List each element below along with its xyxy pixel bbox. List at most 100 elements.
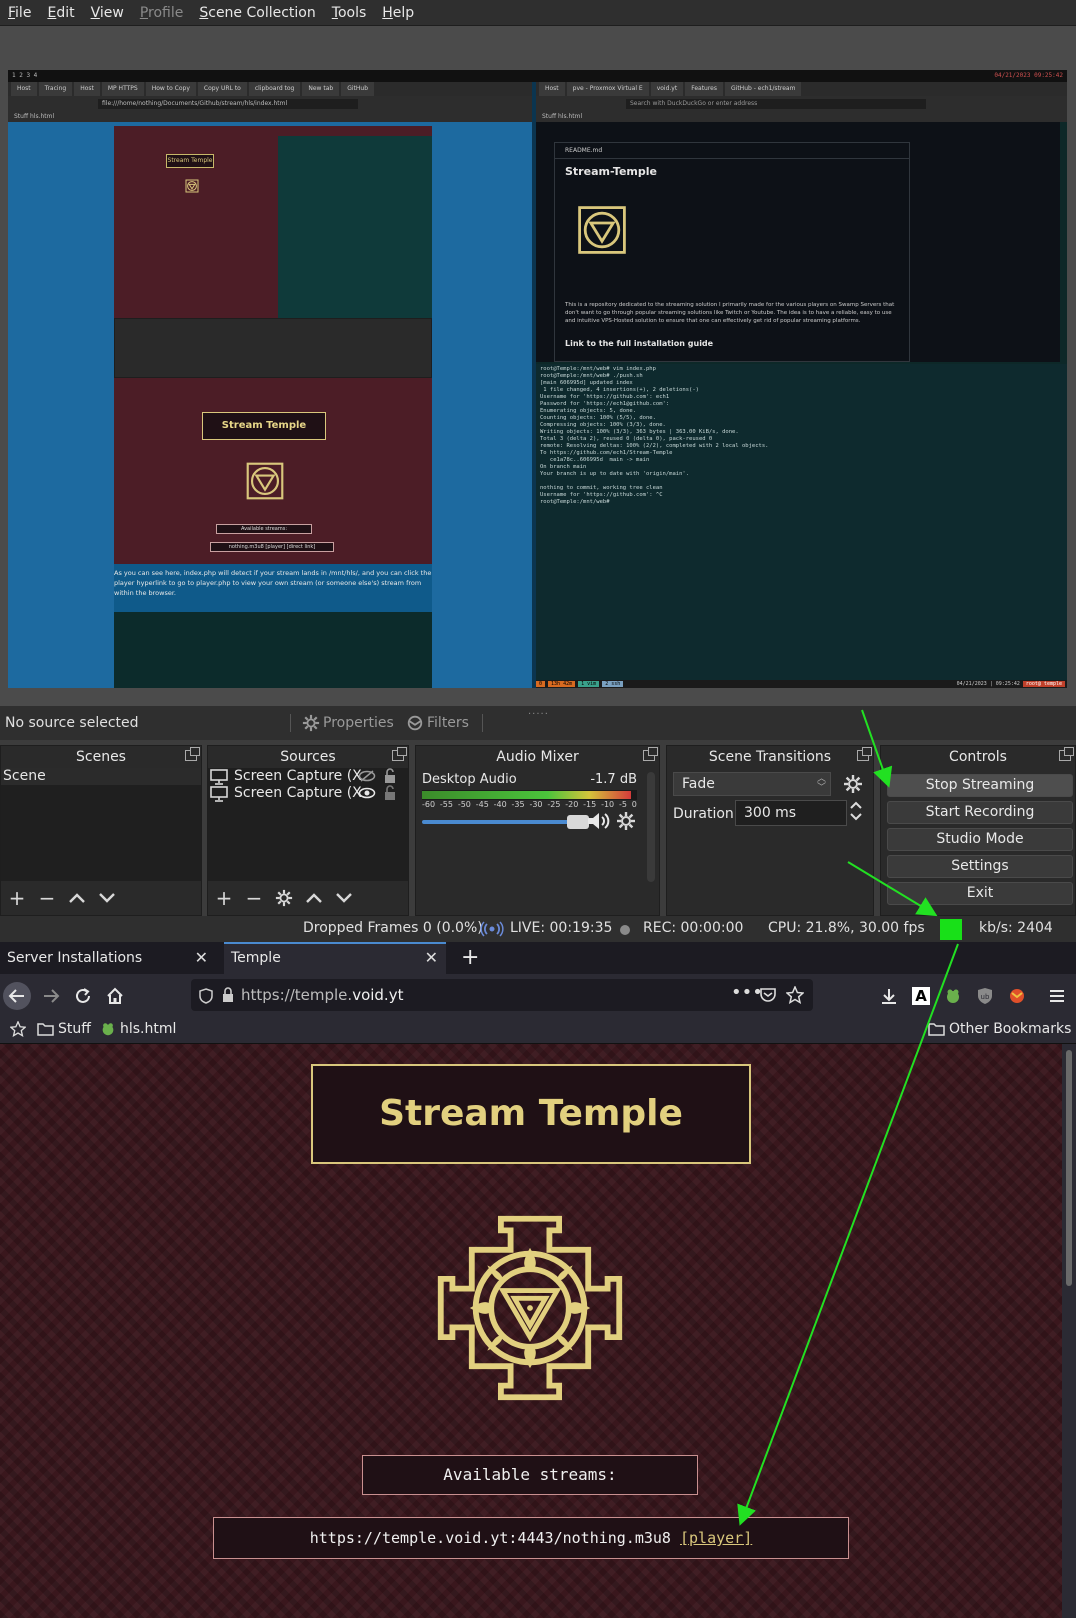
- scenes-list[interactable]: Scene: [1, 768, 201, 881]
- remove-source-icon[interactable]: −: [244, 886, 264, 910]
- bookmark-hls[interactable]: hls.html: [100, 1021, 176, 1037]
- sources-dock: Sources Screen Capture (X Screen Capture…: [207, 745, 409, 916]
- manage-bookmarks-star-icon[interactable]: [10, 1021, 26, 1037]
- menu-view[interactable]: View: [83, 0, 132, 26]
- unlock-icon[interactable]: [383, 785, 397, 801]
- preview-readme: README.md Stream-Temple This is a reposi…: [554, 142, 910, 362]
- hamburger-menu-icon[interactable]: [1043, 982, 1071, 1010]
- properties-button[interactable]: Properties: [302, 713, 394, 733]
- close-tab-icon[interactable]: ✕: [195, 942, 208, 974]
- menu-scene-collection[interactable]: Scene Collection: [191, 0, 323, 26]
- undock-icon[interactable]: [1059, 747, 1074, 761]
- add-scene-icon[interactable]: +: [7, 886, 27, 910]
- bitrate: kb/s: 2404: [979, 920, 1053, 936]
- studio-mode-button[interactable]: Studio Mode: [887, 828, 1073, 851]
- sources-list[interactable]: Screen Capture (X Screen Capture (X: [208, 768, 408, 881]
- dock-drag-handle[interactable]: .....: [528, 706, 549, 717]
- exit-button[interactable]: Exit: [887, 882, 1073, 905]
- web-page: Stream Temple Available streams: https:/…: [0, 1044, 1062, 1618]
- reader-font-icon[interactable]: A: [907, 982, 935, 1010]
- preview-area[interactable]: 1 2 3 4 04/21/2023 09:25:42 Host Tracing…: [0, 26, 1076, 706]
- undock-icon[interactable]: [643, 747, 658, 761]
- page-scrollbar[interactable]: [1062, 1044, 1076, 1618]
- menu-help[interactable]: Help: [374, 0, 422, 26]
- reload-icon[interactable]: [69, 982, 97, 1010]
- undock-icon[interactable]: [392, 747, 407, 761]
- other-bookmarks[interactable]: Other Bookmarks: [928, 1021, 1071, 1037]
- player-link[interactable]: [player]: [680, 1529, 752, 1547]
- chevron-updown-icon: ︿ ﹀: [816, 774, 826, 793]
- pocket-icon[interactable]: [759, 987, 777, 1003]
- move-up-icon[interactable]: [304, 888, 324, 908]
- transition-gear-icon[interactable]: [843, 774, 863, 798]
- volume-slider[interactable]: [422, 815, 589, 829]
- menu-tools[interactable]: Tools: [324, 0, 375, 26]
- new-tab-plus-icon[interactable]: +: [454, 942, 484, 974]
- mixer-scrollbar[interactable]: [647, 772, 655, 882]
- move-down-icon[interactable]: [334, 888, 354, 908]
- stop-streaming-button[interactable]: Stop Streaming: [887, 774, 1073, 797]
- preview-right-tab: pve - Proxmox Virtual E: [566, 82, 649, 96]
- settings-button[interactable]: Settings: [887, 855, 1073, 878]
- close-tab-icon[interactable]: ✕: [425, 944, 438, 972]
- remove-scene-icon[interactable]: −: [37, 886, 57, 910]
- source-properties-gear-icon[interactable]: [274, 888, 294, 908]
- tmux-uptime: 13h 42m: [548, 681, 576, 687]
- preview-canvas[interactable]: 1 2 3 4 04/21/2023 09:25:42 Host Tracing…: [8, 70, 1067, 688]
- mixer-gear-icon[interactable]: [616, 811, 636, 835]
- home-icon[interactable]: [101, 982, 129, 1010]
- bookmark-stuff[interactable]: Stuff: [37, 1021, 91, 1037]
- page-scrollbar-thumb[interactable]: [1066, 1050, 1072, 1286]
- tab-server-installations[interactable]: Server Installations ✕: [0, 942, 216, 974]
- source-item[interactable]: Screen Capture (X: [208, 768, 408, 785]
- menu-file[interactable]: File: [0, 0, 39, 26]
- speaker-icon[interactable]: [586, 810, 610, 836]
- tab-title: Server Installations: [7, 950, 143, 966]
- tmux-datetime: 04/21/2023 | 09:25:42: [956, 681, 1020, 687]
- undock-icon[interactable]: [857, 747, 872, 761]
- eye-hidden-icon[interactable]: [358, 769, 376, 783]
- source-item[interactable]: Screen Capture (X: [208, 785, 408, 802]
- nested-page-yantra-icon: [246, 462, 284, 500]
- nested-yantra-icon: [185, 179, 199, 193]
- monitor-icon: [210, 785, 228, 802]
- nested-page-title: Stream Temple: [202, 412, 326, 440]
- add-source-icon[interactable]: +: [214, 886, 234, 910]
- duration-input[interactable]: 300 ms: [735, 800, 847, 826]
- filters-icon: [407, 715, 423, 731]
- forward-arrow-icon[interactable]: [37, 982, 65, 1010]
- download-icon[interactable]: [875, 982, 903, 1010]
- ublock-shield-icon[interactable]: ub: [971, 982, 999, 1010]
- shield-icon[interactable]: [199, 988, 213, 1004]
- filters-button[interactable]: Filters: [406, 713, 469, 733]
- preview-readme-link: Link to the full installation guide: [565, 339, 714, 348]
- tab-temple[interactable]: Temple ✕: [224, 942, 446, 974]
- menu-edit[interactable]: Edit: [39, 0, 82, 26]
- stream-url: https://temple.void.yt:4443/nothing.m3u8: [309, 1529, 671, 1547]
- addon-fox-icon[interactable]: [1003, 982, 1031, 1010]
- star-icon[interactable]: [786, 986, 804, 1004]
- eye-icon[interactable]: [358, 786, 376, 800]
- transition-select[interactable]: Fade ︿ ﹀: [673, 772, 831, 796]
- preview-desktop-topbar: 1 2 3 4 04/21/2023 09:25:42: [8, 70, 1067, 82]
- undock-icon[interactable]: [185, 747, 200, 761]
- duration-spinner-icon[interactable]: [849, 800, 863, 826]
- source-item-label: Screen Capture (X: [234, 768, 362, 784]
- nested-obs-title: Stream Temple: [166, 154, 214, 168]
- preview-left-url: file:///home/nothing/Documents/Github/st…: [98, 99, 358, 109]
- bookmark-label: Stuff: [58, 1021, 91, 1037]
- scene-item[interactable]: Scene: [1, 768, 201, 785]
- url-bar[interactable]: https://temple.void.yt •••: [191, 979, 813, 1011]
- frog-extension-icon[interactable]: [939, 982, 967, 1010]
- site-title: Stream Temple: [311, 1064, 751, 1164]
- preview-right-tab: void.yt: [650, 82, 684, 96]
- lock-icon[interactable]: [383, 768, 397, 784]
- move-down-icon[interactable]: [97, 888, 117, 908]
- move-up-icon[interactable]: [67, 888, 87, 908]
- meter-tick-label: -45: [475, 800, 489, 809]
- audio-mixer-dock: Audio Mixer Desktop Audio -1.7 dB -60 -55…: [415, 745, 660, 916]
- audio-mixer-dock-title: Audio Mixer: [416, 746, 659, 768]
- start-recording-button[interactable]: Start Recording: [887, 801, 1073, 824]
- preview-left-tab: Host: [11, 82, 37, 96]
- back-arrow-icon[interactable]: [3, 982, 31, 1010]
